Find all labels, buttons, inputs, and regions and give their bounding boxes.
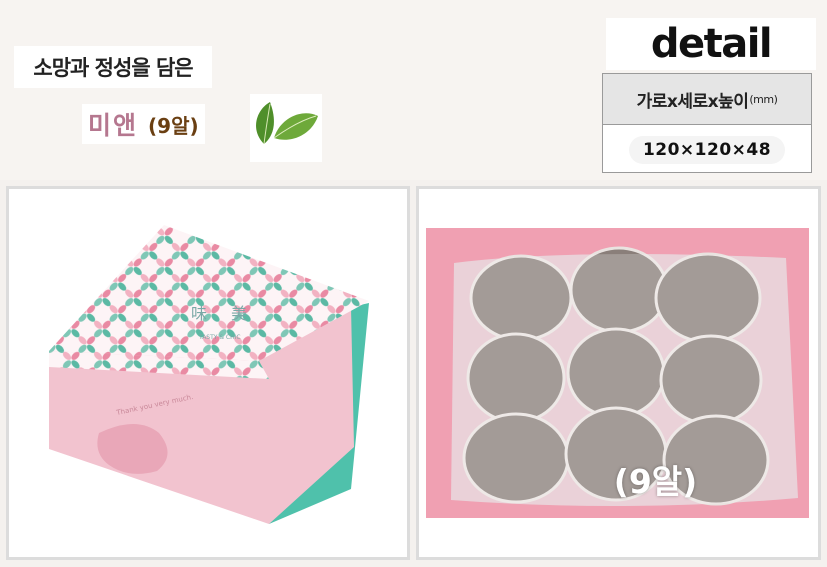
size-table-value: 120×120×48 <box>603 125 811 174</box>
photo-count-label: (9알) <box>613 462 698 501</box>
detail-size-title: detail size <box>606 18 816 119</box>
dims-unit: (mm) <box>749 92 778 106</box>
gift-box-illustration: 味 美 TASTY & CHIC Thank you very much. <box>49 225 369 524</box>
tagline: 소망과 정성을 담은 <box>14 46 212 88</box>
size-table: 가로x세로x높이 (mm) 120×120×48 <box>602 73 812 173</box>
dims-value: 120×120×48 <box>628 135 786 164</box>
dims-label: 가로x세로x높이 <box>636 91 749 112</box>
product-name: 미앤 (9알) <box>82 104 205 144</box>
box-logo-right: 美 <box>231 304 247 323</box>
box-image-panel: 味 美 TASTY & CHIC Thank you very much. <box>6 186 410 560</box>
product-count: (9알) <box>148 113 199 138</box>
box-logo-left: 味 <box>191 304 207 323</box>
leaf-icon <box>250 94 322 162</box>
header-area: 소망과 정성을 담은 미앤 (9알) detail size 가로x세로x높이 … <box>0 0 827 180</box>
size-table-header: 가로x세로x높이 (mm) <box>603 74 811 125</box>
box-logo-sub: TASTY & CHIC <box>198 334 241 341</box>
product-name-text: 미앤 <box>88 111 139 140</box>
